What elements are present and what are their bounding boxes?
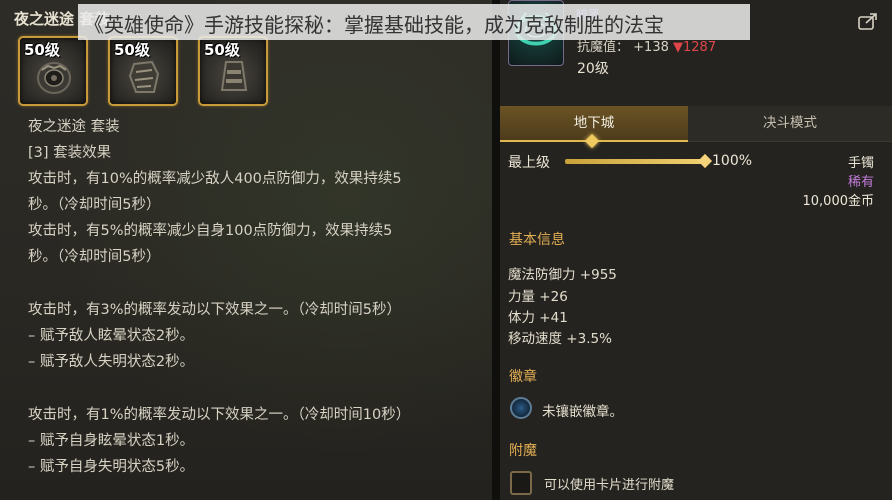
- tab-duel-mode[interactable]: 决斗模式: [688, 106, 892, 142]
- resist-minus-value: ▼1287: [673, 40, 717, 55]
- set-effect-line: 攻击时，有10%的概率减少敌人400点防御力，效果持续5: [28, 171, 402, 187]
- stat-line: 力量 +26: [508, 289, 568, 305]
- article-title-banner: 《英雄使命》手游技能探秘：掌握基础技能，成为克敌制胜的法宝: [78, 4, 750, 40]
- basic-info-title: 基本信息: [509, 232, 565, 248]
- set-effect-line: 秒。（冷却时间5秒）: [28, 197, 161, 213]
- enchant-title: 附魔: [509, 443, 537, 459]
- resist-prefix: 抗魔值：: [577, 40, 630, 55]
- set-effect-line: – 赋予自身失明状态5秒。: [28, 459, 195, 475]
- card-slot-icon[interactable]: [510, 471, 532, 495]
- set-effect-line: – 赋予自身眩晕状态1秒。: [28, 433, 195, 449]
- set-effect-line: – 赋予敌人失明状态2秒。: [28, 354, 195, 370]
- stat-line: 体力 +41: [508, 310, 568, 326]
- emblem-title: 徽章: [509, 369, 537, 385]
- set-effect-line: 攻击时，有1%的概率发动以下效果之一。（冷却时间10秒）: [28, 407, 411, 423]
- set-effect-line: 秒。（冷却时间5秒）: [28, 249, 161, 265]
- set-effect-header: [3] 套装效果: [28, 145, 112, 161]
- share-icon[interactable]: [858, 12, 878, 30]
- set-effect-line: 攻击时，有5%的概率减少自身100点防御力，效果持续5: [28, 223, 393, 239]
- upgrade-progress-fill: [565, 159, 705, 164]
- item-type: 手镯: [847, 156, 874, 171]
- resist-plus-value: +138: [633, 40, 669, 55]
- stat-line: 移动速度 +3.5%: [508, 331, 612, 347]
- stat-line: 魔法防御力 +955: [508, 267, 617, 283]
- item-price: 10,000金币: [802, 194, 875, 209]
- bracelet-icon: [37, 62, 71, 94]
- upgrade-progress-knob: [697, 153, 713, 169]
- upgrade-percent: 100%: [712, 153, 753, 169]
- set-item-slot-1[interactable]: 50级: [18, 36, 88, 106]
- upgrade-label: 最上级: [508, 155, 550, 171]
- panel-divider: [492, 0, 500, 500]
- upgrade-progress-bar: [565, 159, 705, 164]
- item-rarity: 稀有: [847, 175, 874, 190]
- item-level: 20级: [577, 61, 609, 77]
- article-title: 《英雄使命》手游技能探秘：掌握基础技能，成为克敌制胜的法宝: [84, 13, 664, 37]
- enchant-hint: 可以使用卡片进行附魔: [544, 478, 675, 493]
- set-effect-line: 攻击时，有3%的概率发动以下效果之一。（冷却时间5秒）: [28, 302, 401, 318]
- gauntlet-icon: [128, 60, 160, 93]
- item-detail-panel: 暗黑 抗魔值： +138 ▼1287 20级 地下城 决斗模式 最上级 100%…: [500, 0, 892, 500]
- bracer-icon: [220, 61, 248, 91]
- set-name: 夜之迷途 套装: [28, 119, 120, 135]
- set-effect-line: – 赋予敌人眩晕状态2秒。: [28, 328, 195, 344]
- emblem-status: 未镶嵌徽章。: [542, 404, 623, 420]
- set-item-slot-3[interactable]: 50级: [198, 36, 268, 106]
- emblem-socket-icon[interactable]: [510, 397, 532, 419]
- set-detail-panel: 夜之迷途 套装 50级 50级 50级 夜之迷途 套装 [3] 套装效果 攻击时…: [0, 0, 492, 500]
- set-item-slot-2[interactable]: 50级: [108, 36, 178, 106]
- mode-tabs: 地下城 决斗模式: [500, 106, 892, 142]
